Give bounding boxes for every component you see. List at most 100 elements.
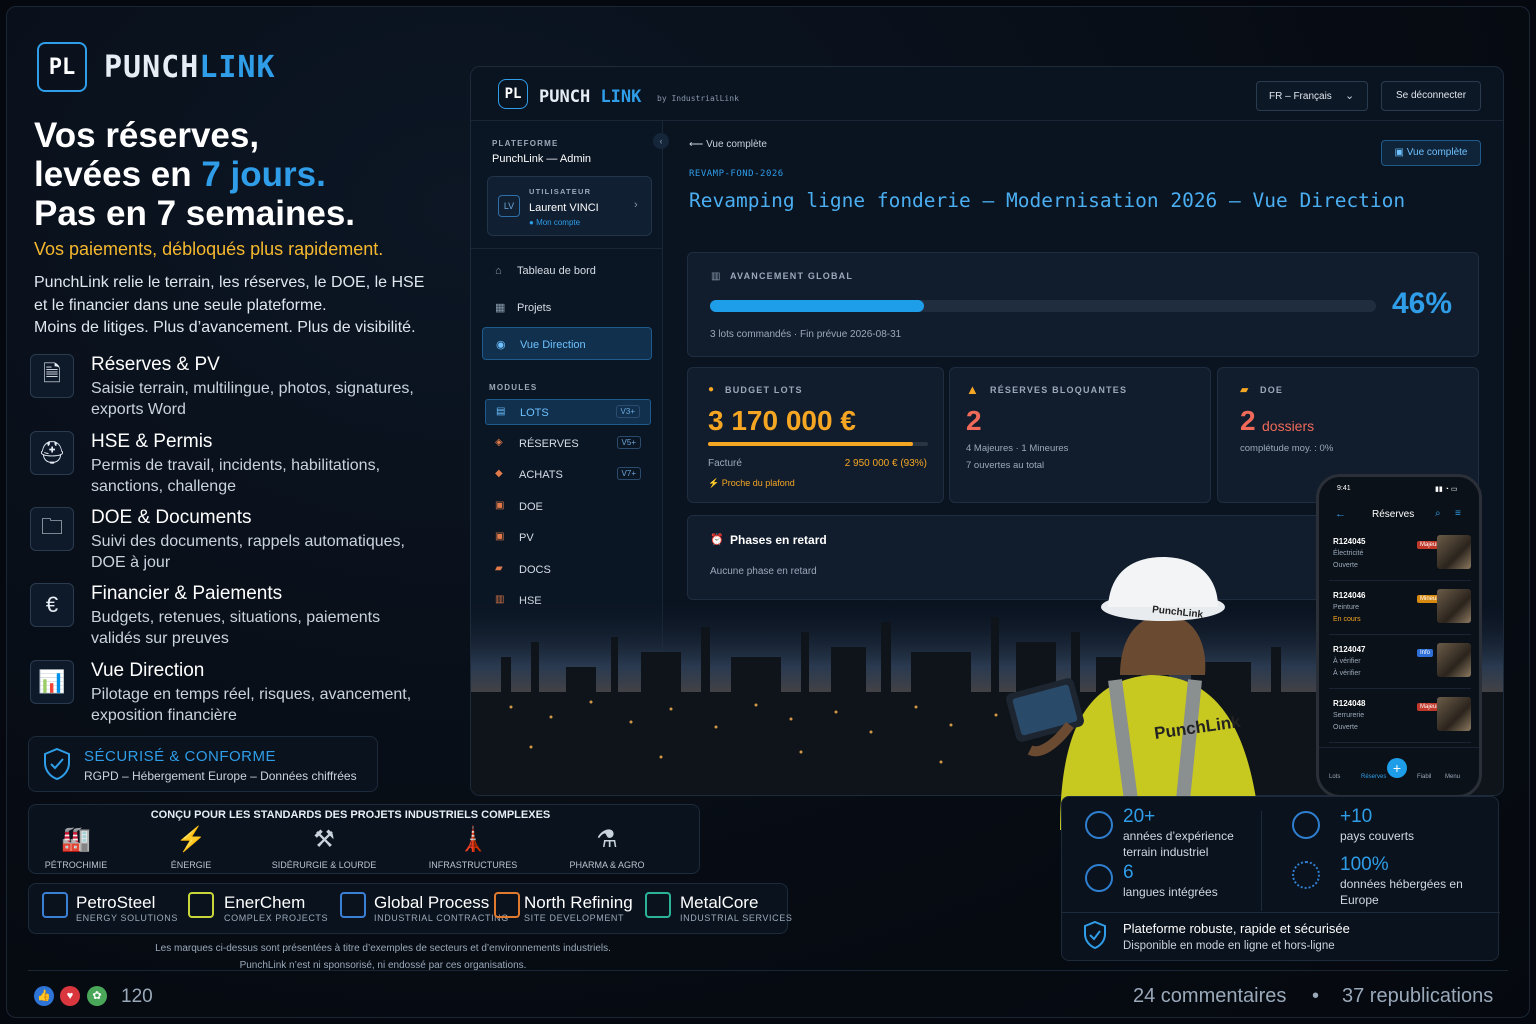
kpi-languages-label: langues intégrées xyxy=(1123,885,1218,899)
partner-logo-icon xyxy=(645,892,671,918)
money-bag-icon: ● xyxy=(708,384,715,395)
reposts-count[interactable]: 37 republications xyxy=(1342,985,1493,1008)
reserve-trade: À vérifier xyxy=(1333,658,1361,665)
nav-direction[interactable]: ◉ Vue Direction xyxy=(482,327,652,360)
doe-label: DOE xyxy=(1260,385,1284,395)
budget-label: BUDGET LOTS xyxy=(725,385,803,395)
module-item[interactable]: ▰ DOCS xyxy=(485,557,651,583)
phone-status-icons: ▮▮ ◔ ▭ xyxy=(1435,486,1458,493)
partner-logo: MetalCore INDUSTRIAL SERVICES xyxy=(680,893,792,923)
feature-desc: Pilotage en temps réel, risques, avancem… xyxy=(91,686,412,724)
brand-name: PUNCHLINK xyxy=(104,50,276,85)
kpi-languages-value: 6 xyxy=(1123,862,1134,883)
docs-icon: ▰ xyxy=(495,562,503,574)
app-brand-a: PUNCH xyxy=(539,87,591,107)
partner-logo-icon xyxy=(340,892,366,918)
solar-icon: ⚡ xyxy=(176,826,206,853)
full-view-button[interactable]: ▣ Vue complète xyxy=(1381,140,1481,166)
phone-search-icon[interactable]: ⌕ xyxy=(1435,508,1441,519)
user-card[interactable]: LV UTILISATEUR Laurent VINCI ● Mon compt… xyxy=(487,176,652,236)
hero-line-1: Vos réserves, xyxy=(34,116,260,155)
comments-count[interactable]: 24 commentaires xyxy=(1133,985,1286,1008)
hero-tagline: Vos paiements, débloqués plus rapidement… xyxy=(34,239,384,259)
module-item[interactable]: ▤ LOTS V3+ xyxy=(485,399,651,425)
phone-reserve-row[interactable]: R124045 Électricité Ouverte Majeure xyxy=(1329,531,1471,581)
progress-label: AVANCEMENT GLOBAL xyxy=(730,271,854,281)
platform-label: PLATEFORME xyxy=(492,139,559,148)
back-link-label: Vue complète xyxy=(706,139,767,150)
celebrate-reaction-icon[interactable]: ✿ xyxy=(87,986,107,1006)
phone-reserve-row[interactable]: R124046 Peinture En cours Mineure xyxy=(1329,585,1471,635)
module-label: DOE xyxy=(519,500,543,513)
app-brand-b: LINK xyxy=(600,87,642,107)
progress-value: 46% xyxy=(1392,287,1453,320)
phone-reserve-row[interactable]: R124047 À vérifier À vérifier Info xyxy=(1329,639,1471,689)
phone-tab[interactable]: Réserves xyxy=(1361,774,1386,780)
invoiced-label: Facturé xyxy=(708,458,742,469)
module-item[interactable]: ▣ DOE xyxy=(485,494,651,520)
my-account-link[interactable]: ● Mon compte xyxy=(529,218,580,227)
hero-p1: PunchLink relie le terrain, les réserves… xyxy=(34,274,425,291)
partner-logo-icon xyxy=(42,892,68,918)
refinery-icon: 🏭 xyxy=(61,826,91,853)
partner-logo: EnerChem COMPLEX PROJECTS xyxy=(224,893,328,923)
lots-icon: ▤ xyxy=(496,406,506,417)
nav-projects[interactable]: ▦ Projets xyxy=(495,301,551,314)
phone-title: Réserves xyxy=(1372,509,1415,520)
reserve-status: En cours xyxy=(1333,616,1361,623)
reserve-id: R124045 xyxy=(1333,537,1366,546)
hero-p3: Moins de litiges. Plus d’avancement. Plu… xyxy=(34,319,416,336)
severity-badge: Info xyxy=(1417,649,1434,657)
partner-name: North Refining xyxy=(524,893,633,912)
reserve-id: R124047 xyxy=(1333,645,1366,654)
budget-track xyxy=(708,442,928,446)
phone-tab[interactable]: Lots xyxy=(1329,774,1340,780)
logout-button[interactable]: Se déconnecter xyxy=(1381,81,1481,111)
platform-name: PunchLink — Admin xyxy=(492,153,592,165)
gear-network-icon xyxy=(1085,811,1113,839)
module-version-badge: V3+ xyxy=(615,405,640,418)
sector-label: INFRASTRUCTURES xyxy=(428,860,518,870)
nav-dashboard[interactable]: ⌂ Tableau de bord xyxy=(495,265,596,277)
back-link[interactable]: ⟵ Vue complète xyxy=(689,139,767,150)
language-select[interactable]: FR – Français ⌄ xyxy=(1256,81,1368,111)
phone-back-icon[interactable]: ← xyxy=(1335,508,1346,520)
reserves-card: ▲ RÉSERVES BLOQUANTES 2 4 Majeures · 1 M… xyxy=(949,367,1211,503)
reaction-count[interactable]: 120 xyxy=(121,986,153,1008)
pv-icon: ▣ xyxy=(495,531,505,542)
nav-projects-label: Projets xyxy=(517,302,552,314)
app-by: by IndustrialLink xyxy=(657,94,739,103)
brand-logo: PL xyxy=(37,42,87,92)
budget-fill xyxy=(708,442,913,446)
avatar: LV xyxy=(498,195,520,217)
reserve-photo xyxy=(1437,535,1471,569)
shield-check-icon xyxy=(1084,920,1106,950)
progress-track xyxy=(710,300,1376,312)
budget-value: 3 170 000 € xyxy=(708,405,856,436)
my-account-label: Mon compte xyxy=(536,218,581,227)
phone-add-button[interactable]: + xyxy=(1387,758,1407,778)
app-logo: PL xyxy=(498,79,528,109)
hero-line-3: Pas en 7 semaines. xyxy=(34,194,356,233)
phone-mockup: 9:41 ▮▮ ◔ ▭ ← Réserves ⌕ ≡ R124045 Électr… xyxy=(1316,474,1482,798)
like-reaction-icon[interactable]: 👍 xyxy=(34,986,54,1006)
module-item[interactable]: ▣ PV xyxy=(485,525,651,551)
phone-reserve-row[interactable]: R124048 Serrurerie Ouverte Majeure xyxy=(1329,693,1471,743)
partner-logo: PetroSteel ENERGY SOLUTIONS xyxy=(76,893,178,923)
partner-name: MetalCore xyxy=(680,893,759,912)
chevron-right-icon: › xyxy=(634,199,638,211)
feature-title: DOE & Documents xyxy=(91,507,252,528)
love-reaction-icon[interactable]: ♥ xyxy=(60,986,80,1006)
collapse-sidebar-button[interactable]: ‹ xyxy=(653,133,669,149)
disclaimer: Les marques ci-dessus sont présentées à … xyxy=(28,940,738,974)
globe-icon xyxy=(1292,811,1320,839)
phone-tab[interactable]: Fiabil xyxy=(1417,774,1431,780)
hero-paragraph: PunchLink relie le terrain, les réserves… xyxy=(34,272,424,340)
warning-icon: ▲ xyxy=(966,382,979,397)
module-item[interactable]: ◈ RÉSERVES V5+ xyxy=(485,431,651,457)
module-item[interactable]: ◆ ACHATS V7+ xyxy=(485,462,651,488)
phone-tab[interactable]: Menu xyxy=(1445,774,1460,780)
reserves-breakdown: 4 Majeures · 1 Mineures xyxy=(966,443,1069,454)
standards-title: CONÇU POUR LES STANDARDS DES PROJETS IND… xyxy=(150,809,551,821)
phone-filter-icon[interactable]: ≡ xyxy=(1455,508,1461,519)
